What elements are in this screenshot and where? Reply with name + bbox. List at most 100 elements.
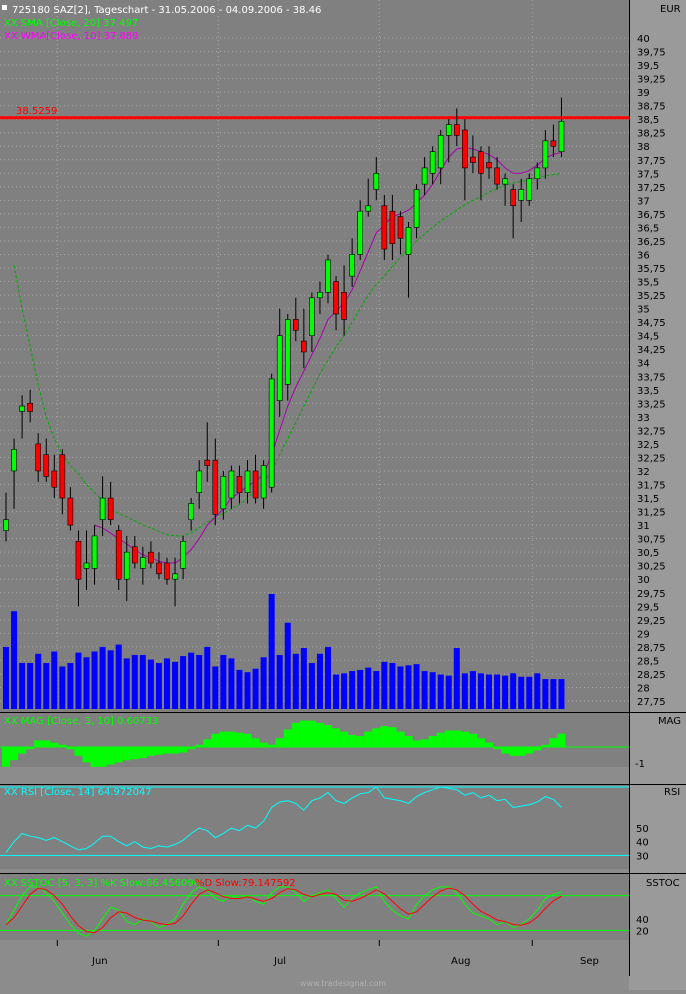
volume-bar xyxy=(276,654,283,709)
price-tick-label: 38 xyxy=(637,142,650,153)
volume-bar xyxy=(107,650,114,709)
mag-bar xyxy=(211,733,220,747)
mag-bar xyxy=(243,733,252,747)
volume-bar xyxy=(333,674,340,709)
volume-bar xyxy=(244,672,251,709)
volume-bar xyxy=(405,665,412,709)
rsi-legend[interactable]: XX RSI [Close, 14] 64.972047 xyxy=(4,787,152,798)
mag-bar xyxy=(219,731,228,747)
mag-bar xyxy=(42,740,51,747)
horizontal-line-label: 38.5259 xyxy=(16,106,57,117)
mag-bar xyxy=(146,747,155,756)
mag-bar xyxy=(74,747,83,756)
mag-bar xyxy=(2,747,11,767)
volume-bar xyxy=(558,679,565,709)
candle-body xyxy=(397,216,404,239)
volume-bar xyxy=(421,671,428,709)
mag-bar xyxy=(460,731,469,747)
volume-bar xyxy=(381,661,388,709)
rsi-tick-50: 50 xyxy=(636,824,649,835)
candle-body xyxy=(156,562,162,575)
volume-bar xyxy=(397,666,404,709)
price-tick-label: 35,5 xyxy=(637,278,659,289)
mag-bar xyxy=(509,747,518,756)
candle-body xyxy=(188,503,194,520)
wma-legend[interactable]: XX WMA[Close, 10] 37.888 xyxy=(4,31,139,42)
candle-body xyxy=(453,124,460,136)
price-tick-label: 32 xyxy=(637,467,650,478)
candle-body xyxy=(11,449,17,472)
volume-bar xyxy=(453,648,460,709)
volume-bar xyxy=(437,674,444,709)
volume-bar xyxy=(27,663,34,709)
candle-body xyxy=(19,405,25,412)
price-tick-label: 38,75 xyxy=(637,102,666,113)
candle-body xyxy=(75,541,82,580)
candle-body xyxy=(196,470,202,493)
candle-body xyxy=(123,551,130,580)
price-tick-label: 38,25 xyxy=(637,129,666,140)
volume-bar xyxy=(115,644,122,709)
mag-bar xyxy=(235,732,244,747)
mag-bar xyxy=(412,740,421,747)
mag-bar xyxy=(396,731,405,747)
candle-body xyxy=(204,459,211,466)
mag-bar xyxy=(227,731,236,747)
sstoc-legend-k[interactable]: XX SSTOC [5, 3, 3] %K Slow:86.456096 xyxy=(4,878,200,889)
price-tick-label: 31 xyxy=(637,521,650,532)
mag-bar xyxy=(372,728,381,747)
price-tick-label: 37,75 xyxy=(637,156,666,167)
price-tick-label: 34,75 xyxy=(637,318,666,329)
chart-title: 725180 SAZ[2], Tageschart - 31.05.2006 -… xyxy=(12,5,321,16)
price-tick-label: 37,5 xyxy=(637,169,659,180)
volume-bar xyxy=(99,646,106,709)
volume-bar xyxy=(3,646,9,709)
price-tick-label: 28 xyxy=(637,683,650,694)
sstoc-legend-d[interactable]: %D Slow:79.147592 xyxy=(195,878,296,889)
volume-bar xyxy=(139,654,146,709)
volume-bar xyxy=(494,674,501,709)
mag-bar xyxy=(187,747,196,750)
volume-bar xyxy=(204,646,211,709)
candle-body xyxy=(550,140,557,147)
sma-legend[interactable]: XX SMA [Close, 20] 37.497 xyxy=(4,18,138,29)
mag-legend[interactable]: XX MAG [Close, 3, 10] 0.60733 xyxy=(4,716,158,727)
candle-body xyxy=(558,121,565,152)
volume-bar xyxy=(349,671,356,709)
volume-bar xyxy=(518,676,525,709)
price-tick-label: 29,5 xyxy=(637,602,659,613)
mag-bar xyxy=(485,742,494,747)
sstoc-tick-40: 40 xyxy=(636,915,649,926)
volume-bar xyxy=(131,654,138,709)
mag-tick: -1 xyxy=(635,759,645,770)
candle-body xyxy=(526,178,533,201)
volume-bar xyxy=(67,663,74,709)
price-tick-label: 35,25 xyxy=(637,291,666,302)
volume-bar xyxy=(502,675,509,709)
price-tick-label: 38,5 xyxy=(637,115,659,126)
candle-body xyxy=(421,167,428,185)
mag-bar xyxy=(501,747,510,754)
volume-bar xyxy=(196,654,203,709)
price-tick-label: 30,75 xyxy=(637,535,666,546)
currency-label: EUR xyxy=(660,4,681,15)
candle-body xyxy=(172,573,178,580)
candle-body xyxy=(3,519,9,531)
candle-body xyxy=(99,497,106,520)
volume-bar xyxy=(445,675,452,709)
candle-body xyxy=(389,210,396,244)
mag-bar xyxy=(275,738,284,747)
volume-bar xyxy=(252,668,259,709)
price-tick-label: 27,75 xyxy=(637,697,666,708)
price-tick-label: 33,5 xyxy=(637,386,659,397)
price-tick-label: 30,25 xyxy=(637,562,666,573)
candle-body xyxy=(309,297,315,336)
candle-body xyxy=(83,562,90,569)
month-label-sep: Sep xyxy=(580,956,599,967)
mag-bar xyxy=(404,736,413,747)
window-menu-icon[interactable] xyxy=(2,5,7,10)
volume-bar xyxy=(220,654,227,709)
month-label-jul: Jul xyxy=(273,956,286,967)
candle-body xyxy=(164,562,170,580)
volume-bar xyxy=(461,673,468,709)
